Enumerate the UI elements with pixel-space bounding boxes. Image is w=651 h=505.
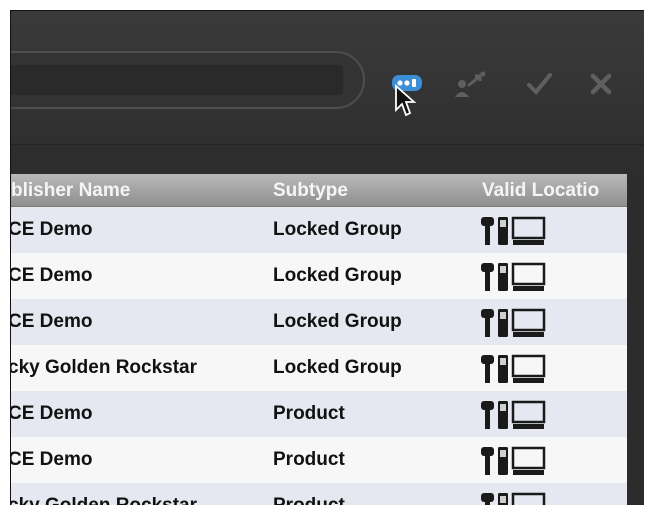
valid-locations-icons bbox=[481, 492, 546, 505]
table-row[interactable]: CE Demo Locked Group bbox=[11, 207, 627, 253]
app-window: blisher Name Subtype Valid Locatio CE De… bbox=[10, 10, 644, 505]
toolbar-separator bbox=[11, 144, 644, 175]
computer-icon bbox=[511, 262, 546, 291]
approve-button[interactable] bbox=[521, 67, 561, 101]
handheld-icon bbox=[498, 309, 508, 337]
microphone-icon bbox=[481, 309, 494, 337]
publisher-cell: CE Demo bbox=[11, 449, 93, 470]
valid-locations-cell bbox=[479, 207, 559, 253]
valid-locations-cell bbox=[479, 483, 559, 505]
table-row[interactable]: CE Demo Product bbox=[11, 391, 627, 437]
search-field[interactable] bbox=[11, 51, 365, 109]
subtype-cell: Product bbox=[273, 483, 473, 505]
column-header-publisher-name[interactable]: blisher Name bbox=[11, 179, 261, 203]
publisher-cell: CE Demo bbox=[11, 219, 93, 240]
checkmark-icon bbox=[527, 73, 552, 95]
table-row[interactable]: CE Demo Locked Group bbox=[11, 299, 627, 345]
microphone-icon bbox=[481, 493, 494, 505]
valid-locations-cell bbox=[479, 391, 559, 437]
handheld-icon bbox=[498, 447, 508, 475]
search-input[interactable] bbox=[11, 65, 343, 95]
valid-locations-icons bbox=[481, 308, 546, 337]
publisher-cell: CE Demo bbox=[11, 403, 93, 424]
table-row[interactable]: CE Demo Product bbox=[11, 437, 627, 483]
table-row[interactable]: CE Demo Locked Group bbox=[11, 253, 627, 299]
column-header-valid-locations[interactable]: Valid Locatio bbox=[482, 179, 627, 203]
microphone-icon bbox=[481, 217, 494, 245]
computer-icon bbox=[511, 354, 546, 383]
publisher-cell: cky Golden Rockstar bbox=[11, 483, 261, 505]
assign-button[interactable] bbox=[451, 67, 491, 101]
table-header: blisher Name Subtype Valid Locatio bbox=[11, 174, 627, 207]
results-table: blisher Name Subtype Valid Locatio CE De… bbox=[11, 174, 627, 505]
handheld-icon bbox=[498, 355, 508, 383]
valid-locations-icons bbox=[481, 354, 546, 383]
toolbar bbox=[11, 11, 644, 144]
valid-locations-cell bbox=[479, 437, 559, 483]
publisher-cell: cky Golden Rockstar bbox=[11, 357, 198, 378]
microphone-icon bbox=[481, 355, 494, 383]
handheld-icon bbox=[498, 263, 508, 291]
valid-locations-icons bbox=[481, 216, 546, 245]
subtype-cell: Locked Group bbox=[273, 219, 402, 240]
valid-locations-icons bbox=[481, 262, 546, 291]
subtype-cell: Product bbox=[273, 403, 345, 424]
table-body: CE Demo Locked Group CE Demo Locked Grou… bbox=[11, 207, 627, 505]
valid-locations-cell bbox=[479, 299, 559, 345]
microphone-icon bbox=[481, 447, 494, 475]
valid-locations-icons bbox=[481, 446, 546, 475]
column-header-subtype[interactable]: Subtype bbox=[273, 179, 473, 203]
computer-icon bbox=[511, 492, 546, 505]
valid-locations-cell bbox=[479, 253, 559, 299]
microphone-icon bbox=[481, 401, 494, 429]
handheld-icon bbox=[498, 493, 508, 505]
computer-icon bbox=[511, 446, 546, 475]
computer-icon bbox=[511, 400, 546, 429]
table-row[interactable]: cky Golden Rockstar Product bbox=[11, 483, 627, 505]
valid-locations-icons bbox=[481, 400, 546, 429]
x-icon bbox=[590, 73, 612, 95]
computer-icon bbox=[511, 216, 546, 245]
subtype-cell: Locked Group bbox=[273, 357, 402, 378]
microphone-icon bbox=[481, 263, 494, 291]
subtype-cell: Product bbox=[273, 449, 345, 470]
handheld-icon bbox=[498, 401, 508, 429]
users-arrow-icon bbox=[455, 71, 486, 97]
computer-icon bbox=[511, 308, 546, 337]
mouse-cursor-icon bbox=[395, 84, 417, 117]
publisher-cell: CE Demo bbox=[11, 311, 93, 332]
subtype-cell: Locked Group bbox=[273, 265, 402, 286]
handheld-icon bbox=[498, 217, 508, 245]
publisher-cell: CE Demo bbox=[11, 265, 93, 286]
window-edge bbox=[627, 174, 644, 505]
table-row[interactable]: cky Golden Rockstar Locked Group bbox=[11, 345, 627, 391]
reject-button[interactable] bbox=[583, 67, 623, 101]
valid-locations-cell bbox=[479, 345, 559, 391]
subtype-cell: Locked Group bbox=[273, 311, 402, 332]
